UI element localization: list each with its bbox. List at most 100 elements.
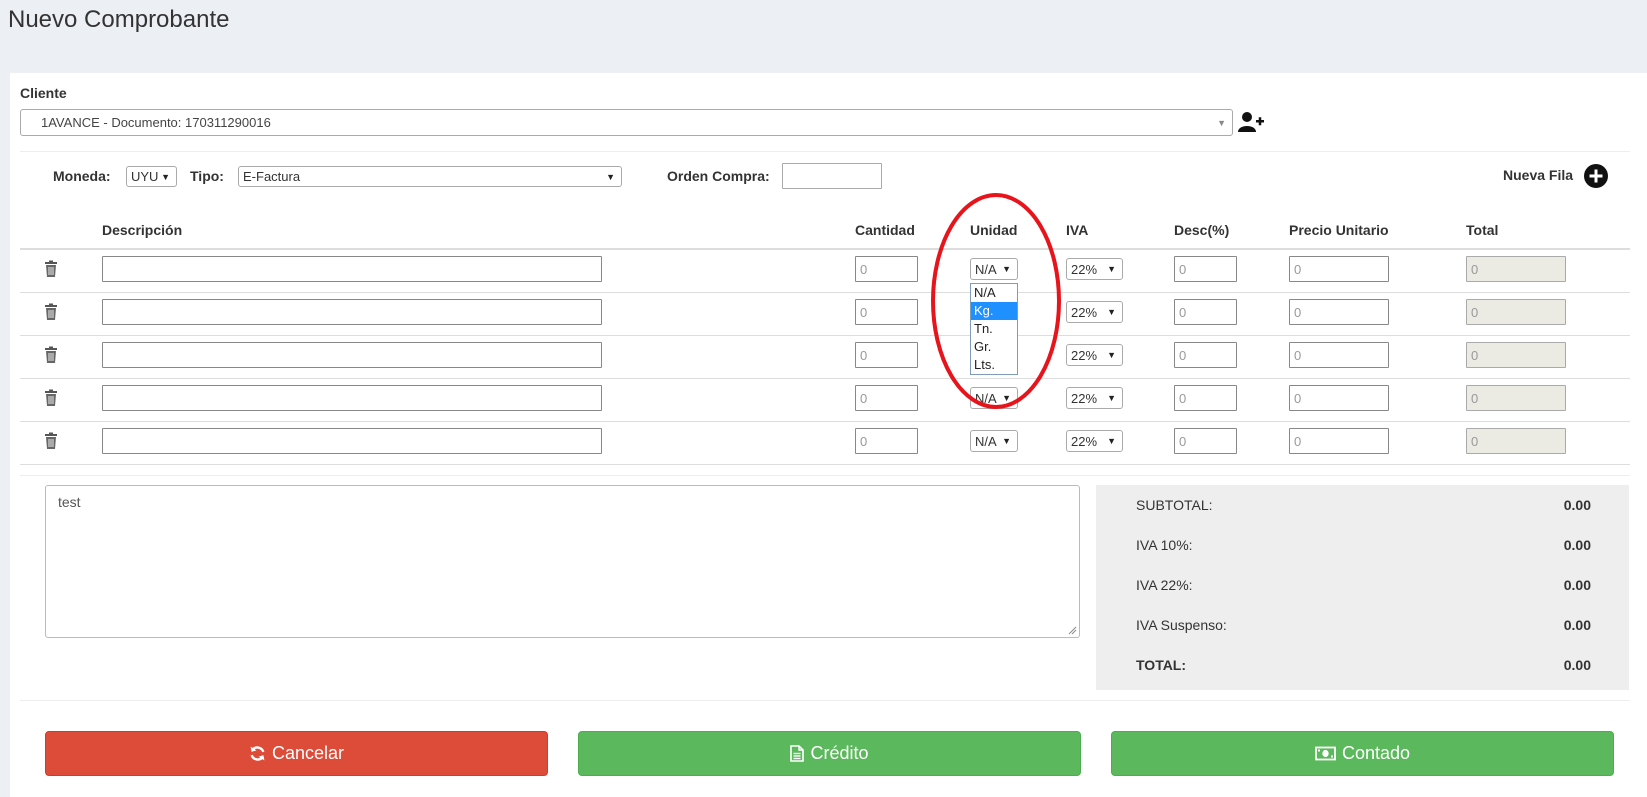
row-descripcion-input[interactable] (102, 385, 602, 411)
row-unidad-select[interactable]: N/A ▼ (970, 430, 1018, 452)
divider (20, 700, 1630, 701)
user-plus-icon[interactable] (1238, 111, 1264, 133)
iva10-value: 0.00 (1563, 537, 1591, 553)
chevron-down-icon: ▼ (1107, 264, 1116, 274)
refresh-icon (250, 746, 265, 761)
row-total-input: 0 (1466, 385, 1566, 411)
row-iva-value: 22% (1071, 390, 1098, 406)
chevron-down-icon: ▼ (1217, 117, 1226, 128)
chevron-down-icon: ▼ (1107, 350, 1116, 360)
cancelar-label: Cancelar (271, 743, 345, 763)
chevron-down-icon: ▼ (161, 171, 170, 182)
chevron-down-icon: ▼ (1107, 307, 1116, 317)
row-unidad-value: N/A (975, 433, 997, 449)
tipo-label: Tipo: (190, 168, 224, 184)
cliente-select[interactable]: 1AVANCE - Documento: 170311290016 ▼ (20, 109, 1233, 136)
resize-grip-icon[interactable] (1067, 625, 1077, 635)
table-header-divider (20, 248, 1630, 250)
total-value: 0.00 (1563, 657, 1591, 673)
row-desc-input[interactable]: 0 (1174, 342, 1237, 368)
tipo-select-value: E-Factura (243, 169, 301, 184)
delete-row-icon[interactable] (44, 389, 58, 407)
iva-suspenso-value: 0.00 (1563, 617, 1591, 633)
row-iva-value: 22% (1071, 433, 1098, 449)
total-row: TOTAL: 0.00 (1136, 657, 1591, 673)
row-total-input: 0 (1466, 428, 1566, 454)
row-desc-input[interactable]: 0 (1174, 299, 1237, 325)
row-total-input: 0 (1466, 256, 1566, 282)
row-precio-input[interactable]: 0 (1289, 299, 1389, 325)
row-precio-input[interactable]: 0 (1289, 385, 1389, 411)
row-total-input: 0 (1466, 299, 1566, 325)
tipo-select[interactable]: E-Factura ▼ (238, 166, 622, 187)
delete-row-icon[interactable] (44, 303, 58, 321)
row-precio-input[interactable]: 0 (1289, 256, 1389, 282)
chevron-down-icon: ▼ (1107, 436, 1116, 446)
contado-button[interactable]: Contado (1111, 731, 1614, 776)
row-iva-value: 22% (1071, 304, 1098, 320)
row-descripcion-input[interactable] (102, 256, 602, 282)
add-row-icon[interactable] (1584, 164, 1608, 188)
row-total-input: 0 (1466, 342, 1566, 368)
row-descripcion-input[interactable] (102, 428, 602, 454)
row-iva-value: 22% (1071, 347, 1098, 363)
document-icon (790, 745, 805, 762)
iva22-value: 0.00 (1563, 577, 1591, 593)
nueva-fila-label[interactable]: Nueva Fila (1503, 167, 1573, 183)
annotation-ellipse (931, 193, 1061, 409)
iva10-label: IVA 10%: (1136, 537, 1193, 553)
orden-compra-label: Orden Compra: (667, 168, 770, 184)
row-descripcion-input[interactable] (102, 342, 602, 368)
row-descripcion-input[interactable] (102, 299, 602, 325)
delete-row-icon[interactable] (44, 432, 58, 450)
col-iva-header: IVA (1066, 222, 1089, 238)
row-iva-select[interactable]: 22% ▼ (1066, 301, 1123, 323)
delete-row-icon[interactable] (44, 346, 58, 364)
row-desc-input[interactable]: 0 (1174, 385, 1237, 411)
money-icon (1315, 746, 1336, 761)
row-desc-input[interactable]: 0 (1174, 256, 1237, 282)
row-divider (20, 421, 1630, 422)
row-iva-select[interactable]: 22% ▼ (1066, 258, 1123, 280)
row-cantidad-input[interactable]: 0 (855, 299, 918, 325)
row-cantidad-input[interactable]: 0 (855, 385, 918, 411)
orden-compra-input[interactable] (782, 163, 882, 189)
row-precio-input[interactable]: 0 (1289, 428, 1389, 454)
iva10-row: IVA 10%: 0.00 (1136, 537, 1591, 553)
notes-textarea[interactable]: test (45, 485, 1080, 638)
col-total-header: Total (1466, 222, 1499, 238)
moneda-label: Moneda: (53, 168, 111, 184)
credito-button[interactable]: Crédito (578, 731, 1081, 776)
row-iva-select[interactable]: 22% ▼ (1066, 387, 1123, 409)
contado-label: Contado (1341, 743, 1411, 763)
summary-panel: SUBTOTAL: 0.00 IVA 10%: 0.00 IVA 22%: 0.… (1096, 485, 1629, 690)
row-precio-input[interactable]: 0 (1289, 342, 1389, 368)
cancelar-button[interactable]: Cancelar (45, 731, 548, 776)
page-title: Nuevo Comprobante (8, 6, 230, 33)
cliente-select-value: 1AVANCE - Documento: 170311290016 (41, 115, 271, 130)
row-cantidad-input[interactable]: 0 (855, 342, 918, 368)
col-descripcion-header: Descripción (102, 222, 183, 238)
moneda-select[interactable]: UYU ▼ (126, 166, 177, 187)
iva-suspenso-row: IVA Suspenso: 0.00 (1136, 617, 1591, 633)
row-divider (20, 464, 1630, 465)
cliente-label: Cliente (20, 85, 67, 101)
notes-text: test (58, 494, 81, 510)
row-desc-input[interactable]: 0 (1174, 428, 1237, 454)
row-divider (20, 378, 1630, 379)
iva-suspenso-label: IVA Suspenso: (1136, 617, 1227, 633)
row-iva-value: 22% (1071, 261, 1098, 277)
col-precio-header: Precio Unitario (1289, 222, 1389, 238)
row-cantidad-input[interactable]: 0 (855, 256, 918, 282)
row-iva-select[interactable]: 22% ▼ (1066, 344, 1123, 366)
divider (20, 475, 1630, 476)
row-divider (20, 335, 1630, 336)
subtotal-row: SUBTOTAL: 0.00 (1136, 497, 1591, 513)
row-iva-select[interactable]: 22% ▼ (1066, 430, 1123, 452)
col-desc-header: Desc(%) (1174, 222, 1230, 238)
row-cantidad-input[interactable]: 0 (855, 428, 918, 454)
subtotal-value: 0.00 (1563, 497, 1591, 513)
delete-row-icon[interactable] (44, 260, 58, 278)
iva22-label: IVA 22%: (1136, 577, 1193, 593)
iva22-row: IVA 22%: 0.00 (1136, 577, 1591, 593)
